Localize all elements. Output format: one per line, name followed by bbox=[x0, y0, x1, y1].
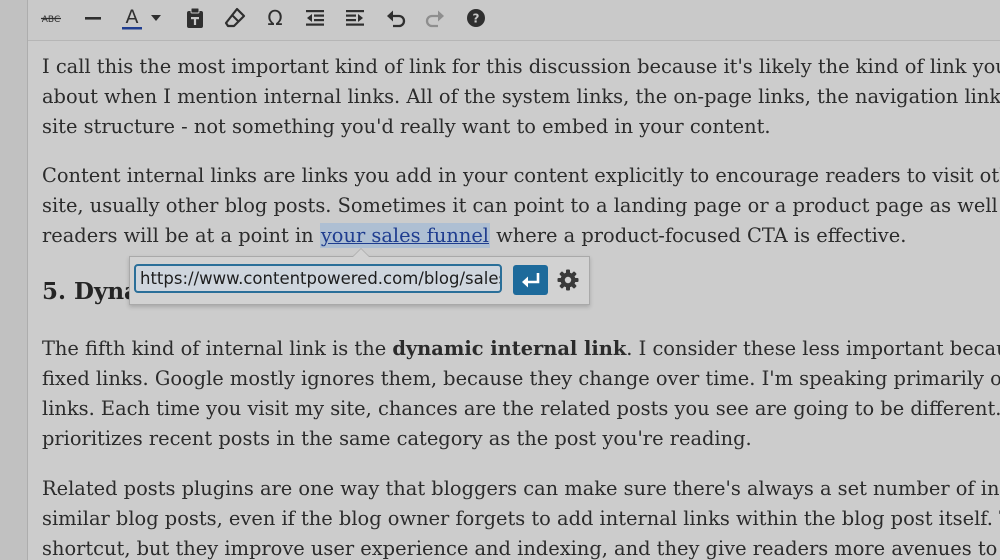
enter-icon bbox=[521, 273, 539, 288]
undo-button[interactable] bbox=[381, 3, 411, 33]
text-line: Content internal links are links you add… bbox=[42, 164, 1000, 187]
omega-icon: Ω bbox=[267, 7, 282, 29]
paragraph-content-links: Content internal links are links you add… bbox=[42, 161, 1000, 251]
indent-button[interactable] bbox=[340, 3, 370, 33]
undo-icon bbox=[387, 10, 406, 28]
text-line: site structure - not something you'd rea… bbox=[42, 115, 771, 138]
gear-icon bbox=[557, 269, 579, 291]
svg-text:?: ? bbox=[473, 12, 480, 26]
selected-link[interactable]: your sales funnel bbox=[319, 223, 491, 248]
outdent-icon bbox=[306, 10, 324, 26]
text-line: about when I mention internal links. All… bbox=[42, 85, 1000, 108]
help-button[interactable]: ? bbox=[461, 3, 491, 33]
paragraph-related-posts: Related posts plugins are one way that b… bbox=[42, 474, 1000, 560]
help-icon: ? bbox=[467, 9, 485, 27]
chevron-down-icon bbox=[151, 15, 161, 21]
horizontal-line-icon bbox=[85, 17, 101, 20]
outdent-button[interactable] bbox=[300, 3, 330, 33]
bold-term: dynamic internal link bbox=[392, 337, 627, 360]
special-character-button[interactable]: Ω bbox=[260, 3, 290, 33]
text-line: where a product-focused CTA is effective… bbox=[490, 224, 907, 247]
eraser-icon bbox=[224, 7, 246, 28]
editor: ABC A Ω ? I call this the most important… bbox=[28, 0, 1000, 560]
redo-button[interactable] bbox=[420, 3, 450, 33]
apply-link-button[interactable] bbox=[513, 265, 548, 295]
text-line: . I consider these less important becaus… bbox=[626, 337, 1000, 360]
link-options-button[interactable] bbox=[553, 266, 583, 294]
text-line: readers will be at a point in bbox=[42, 224, 320, 247]
svg-text:ABC: ABC bbox=[42, 15, 60, 25]
text-line: I call this the most important kind of l… bbox=[42, 55, 1000, 78]
clipboard-icon bbox=[187, 7, 203, 28]
paragraph-dynamic-links: The fifth kind of internal link is the d… bbox=[42, 334, 1000, 454]
clear-formatting-button[interactable] bbox=[220, 3, 250, 33]
svg-text:Ω: Ω bbox=[267, 7, 282, 29]
indent-icon bbox=[346, 10, 364, 26]
text-line: fixed links. Google mostly ignores them,… bbox=[42, 367, 1000, 390]
text-line: shortcut, but they improve user experien… bbox=[42, 537, 1000, 560]
paragraph-system-links: I call this the most important kind of l… bbox=[42, 52, 1000, 142]
popup-arrow bbox=[352, 248, 370, 257]
strikethrough-button[interactable]: ABC bbox=[36, 3, 66, 33]
inline-link-popup: https://www.contentpowered.com/blog/sale… bbox=[129, 248, 590, 305]
redo-icon bbox=[425, 10, 444, 28]
text-line: prioritizes recent posts in the same cat… bbox=[42, 427, 752, 450]
screen: ABC A Ω ? I call this the most important… bbox=[0, 0, 1000, 560]
text-line: site, usually other blog posts. Sometime… bbox=[42, 194, 1000, 217]
text-color-button[interactable]: A bbox=[117, 3, 147, 33]
section-heading: 5. Dyna bbox=[42, 278, 139, 305]
text-line: The fifth kind of internal link is the bbox=[42, 337, 393, 360]
text-color-dropdown[interactable] bbox=[146, 3, 166, 33]
svg-text:A: A bbox=[126, 6, 139, 28]
editor-toolbar: ABC A Ω ? bbox=[28, 0, 1000, 41]
strikethrough-icon: ABC bbox=[41, 15, 61, 25]
text-line: similar blog posts, even if the blog own… bbox=[42, 507, 1000, 530]
text-line: links. Each time you visit my site, chan… bbox=[42, 397, 1000, 420]
link-url-input[interactable]: https://www.contentpowered.com/blog/sale… bbox=[134, 264, 502, 293]
paste-as-text-button[interactable] bbox=[180, 3, 210, 33]
horizontal-line-button[interactable] bbox=[78, 3, 108, 33]
text-color-icon: A bbox=[122, 6, 142, 30]
text-line: Related posts plugins are one way that b… bbox=[42, 477, 1000, 500]
left-gutter bbox=[0, 0, 28, 560]
